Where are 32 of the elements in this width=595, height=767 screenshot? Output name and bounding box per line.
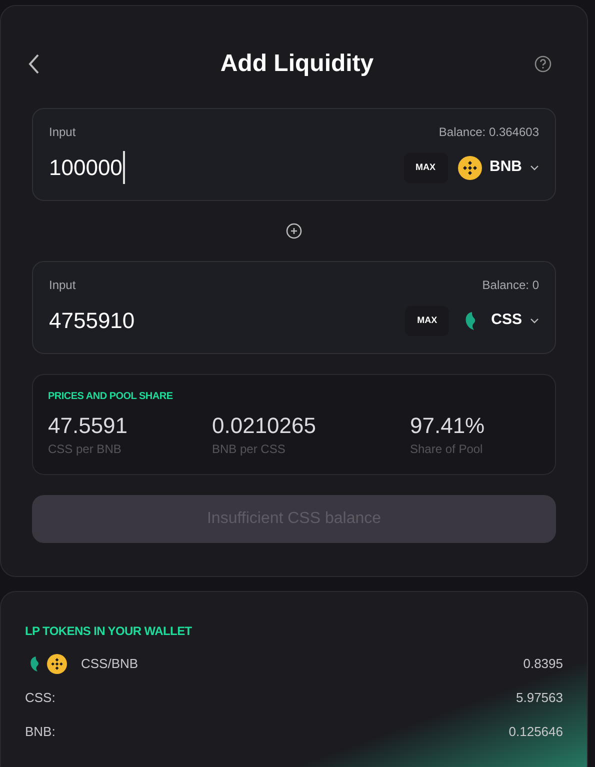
back-icon[interactable] <box>28 53 40 75</box>
pair-amount: 0.8395 <box>523 655 563 674</box>
help-icon[interactable] <box>534 55 552 73</box>
price-value: 47.5591 <box>48 412 129 440</box>
balance-text: Balance: 0 <box>482 277 539 294</box>
token-selector[interactable]: CSS <box>459 308 539 332</box>
page-title: Add Liquidity <box>220 49 374 79</box>
max-button[interactable]: MAX <box>404 152 448 182</box>
token-selector[interactable]: BNB <box>458 156 539 180</box>
plus-icon <box>286 223 302 239</box>
price-value: 0.0210265 <box>212 412 317 440</box>
token-amount: 5.97563 <box>516 689 563 707</box>
pair-label: CSS/BNB <box>81 655 138 674</box>
max-button[interactable]: MAX <box>405 306 450 336</box>
balance-text: Balance: 0.364603 <box>438 124 539 141</box>
input-label: Input <box>49 277 76 294</box>
price-caption: CSS per BNB <box>48 440 122 458</box>
price-caption: Share of Pool <box>410 440 484 458</box>
chevron-down-icon <box>530 318 539 324</box>
token-label: CSS: <box>25 689 56 707</box>
input-label: Input <box>49 124 76 141</box>
prices-heading: PRICES AND POOL SHARE <box>48 390 174 404</box>
amount-field[interactable]: 4755910 <box>49 304 136 337</box>
lp-heading: LP TOKENS IN YOUR WALLET <box>25 623 193 640</box>
coin-icon <box>458 156 482 180</box>
price-caption: BNB per CSS <box>212 440 286 458</box>
price-value: 97.41% <box>410 412 486 440</box>
coin-icon <box>47 654 67 674</box>
token-label: BNB: <box>25 722 56 740</box>
chevron-down-icon <box>530 164 539 170</box>
amount-field[interactable]: 100000 <box>49 151 126 184</box>
token-amount: 0.125646 <box>508 722 563 740</box>
